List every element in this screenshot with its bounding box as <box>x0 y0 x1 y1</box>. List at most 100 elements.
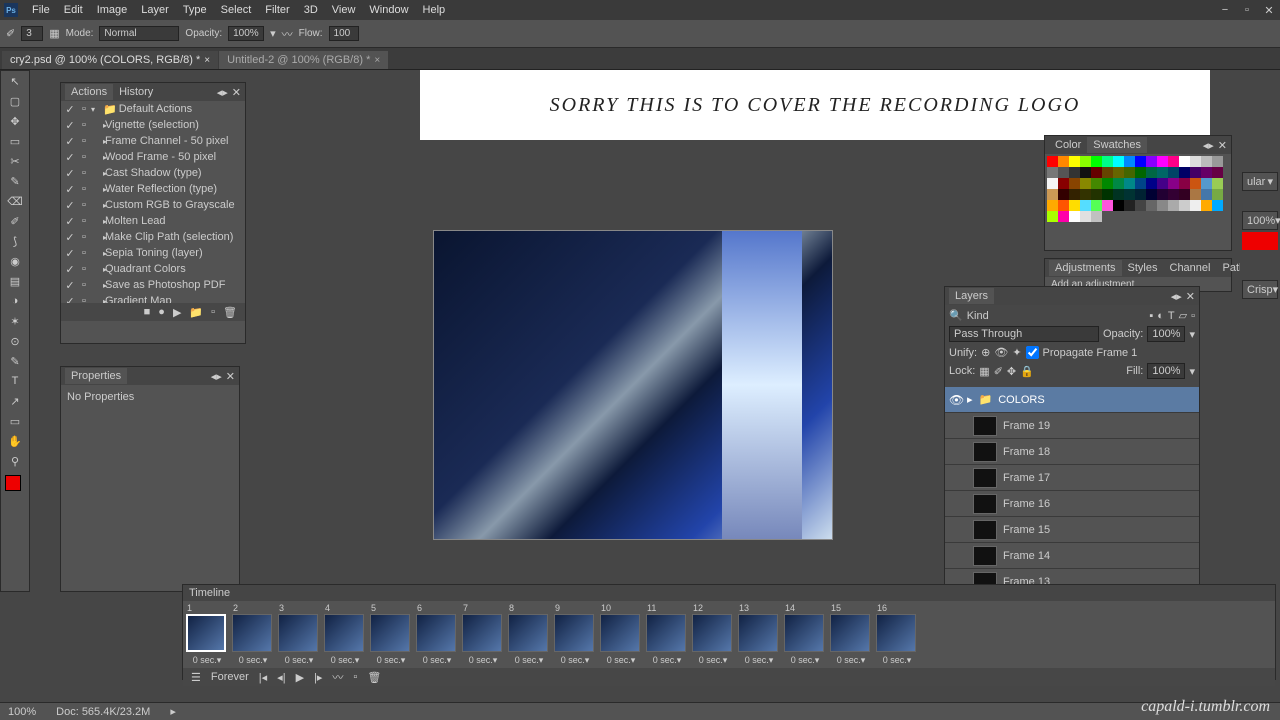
swatch[interactable] <box>1047 156 1058 167</box>
swatch[interactable] <box>1212 178 1223 189</box>
tab-history[interactable]: History <box>113 84 159 100</box>
hand-tool[interactable]: ✋ <box>1 431 29 451</box>
tab-layers[interactable]: Layers <box>949 288 994 304</box>
menu-3d[interactable]: 3D <box>298 2 324 18</box>
tab-properties[interactable]: Properties <box>65 368 127 384</box>
filter-adj-icon[interactable]: ◐ <box>1157 310 1164 322</box>
layer-row[interactable]: Frame 15 <box>945 517 1199 543</box>
menu-image[interactable]: Image <box>91 2 134 18</box>
swatch[interactable] <box>1124 189 1135 200</box>
ellipse-tool[interactable]: ⊙ <box>1 331 29 351</box>
play-icon[interactable]: ▶ <box>173 306 181 319</box>
swatch[interactable] <box>1080 211 1091 222</box>
swatch[interactable] <box>1135 167 1146 178</box>
menu-view[interactable]: View <box>326 2 362 18</box>
swatch[interactable] <box>1179 189 1190 200</box>
swatch[interactable] <box>1069 167 1080 178</box>
shape-tool[interactable]: ▭ <box>1 411 29 431</box>
tab-channels[interactable]: Channel <box>1164 260 1217 276</box>
zoom-level[interactable]: 100% <box>8 706 36 718</box>
timeline-frame[interactable]: 60 sec.▾ <box>415 603 459 666</box>
timeline-frame[interactable]: 50 sec.▾ <box>369 603 413 666</box>
timeline-frame[interactable]: 30 sec.▾ <box>277 603 321 666</box>
swatch[interactable] <box>1157 167 1168 178</box>
swatch[interactable] <box>1047 200 1058 211</box>
collapse-icon[interactable]: ◂▸ <box>211 370 222 383</box>
propagate-checkbox[interactable] <box>1026 346 1039 359</box>
swatch[interactable] <box>1135 156 1146 167</box>
swatch[interactable] <box>1069 178 1080 189</box>
swatch[interactable] <box>1201 189 1212 200</box>
tab-swatches[interactable]: Swatches <box>1087 137 1147 153</box>
swatch[interactable] <box>1135 178 1146 189</box>
swatch[interactable] <box>1124 200 1135 211</box>
menu-edit[interactable]: Edit <box>58 2 89 18</box>
record-icon[interactable]: ● <box>158 306 165 318</box>
move-tool[interactable]: ↖ <box>1 71 29 91</box>
swatch[interactable] <box>1069 189 1080 200</box>
swatch[interactable] <box>1058 178 1069 189</box>
swatch[interactable] <box>1113 189 1124 200</box>
swatch[interactable] <box>1157 189 1168 200</box>
layer-row[interactable]: Frame 19 <box>945 413 1199 439</box>
swatch[interactable] <box>1190 156 1201 167</box>
menu-file[interactable]: File <box>26 2 56 18</box>
swatch[interactable] <box>1091 156 1102 167</box>
convert-icon[interactable]: ☰ <box>191 671 201 684</box>
first-frame-icon[interactable]: |◂ <box>259 671 267 684</box>
swatch[interactable] <box>1080 200 1091 211</box>
swatch[interactable] <box>1058 189 1069 200</box>
menu-help[interactable]: Help <box>417 2 452 18</box>
tab-cry2[interactable]: cry2.psd @ 100% (COLORS, RGB/8) *× <box>2 51 218 69</box>
timeline-frame[interactable]: 90 sec.▾ <box>553 603 597 666</box>
swatch[interactable] <box>1135 200 1146 211</box>
swatch[interactable] <box>1190 178 1201 189</box>
collapse-icon[interactable]: ◂▸ <box>1171 290 1182 303</box>
swatch[interactable] <box>1201 167 1212 178</box>
collapse-icon[interactable]: ◂▸ <box>217 86 228 99</box>
opacity-flyout-icon[interactable]: ▾ <box>270 27 276 40</box>
mode-select[interactable]: Normal <box>99 26 179 41</box>
filter-shape-icon[interactable]: ▱ <box>1179 309 1187 322</box>
marquee-tool[interactable]: ▢ <box>1 91 29 111</box>
action-item[interactable]: ✓▫▸Custom RGB to Grayscale <box>61 197 245 213</box>
close-panel-icon[interactable]: ✕ <box>1186 290 1195 303</box>
swatch[interactable] <box>1113 178 1124 189</box>
type-preset[interactable]: ular▾ <box>1242 172 1278 191</box>
lock-all-icon[interactable]: 🔒 <box>1020 365 1034 378</box>
color-swatch[interactable] <box>1 471 29 511</box>
swatch[interactable] <box>1080 189 1091 200</box>
swatch[interactable] <box>1135 189 1146 200</box>
play-icon[interactable]: ▶ <box>296 671 304 684</box>
direct-select-tool[interactable]: ↗ <box>1 391 29 411</box>
blend-mode-select[interactable]: Pass Through <box>949 326 1099 342</box>
next-frame-icon[interactable]: |▸ <box>314 671 322 684</box>
swatch[interactable] <box>1212 156 1223 167</box>
swatch[interactable] <box>1190 189 1201 200</box>
swatch[interactable] <box>1113 156 1124 167</box>
swatch[interactable] <box>1069 156 1080 167</box>
timeline-frame[interactable]: 160 sec.▾ <box>875 603 919 666</box>
dodge-tool[interactable]: ◑ <box>1 291 29 311</box>
zoom-tool[interactable]: ⚲ <box>1 451 29 471</box>
swatch[interactable] <box>1190 167 1201 178</box>
action-item[interactable]: ✓▫▸Molten Lead <box>61 213 245 229</box>
eyedropper-tool[interactable]: ✂ <box>1 151 29 171</box>
swatch[interactable] <box>1146 200 1157 211</box>
swatch[interactable] <box>1124 156 1135 167</box>
menu-filter[interactable]: Filter <box>259 2 295 18</box>
type-aa[interactable]: Crisp▾ <box>1242 280 1278 299</box>
swatch[interactable] <box>1168 178 1179 189</box>
timeline-frame[interactable]: 70 sec.▾ <box>461 603 505 666</box>
swatch[interactable] <box>1157 178 1168 189</box>
action-item[interactable]: ✓▫▸Save as Photoshop PDF <box>61 277 245 293</box>
new-frame-icon[interactable]: ▫ <box>353 671 357 683</box>
layer-row[interactable]: Frame 14 <box>945 543 1199 569</box>
swatch[interactable] <box>1124 167 1135 178</box>
layer-row[interactable]: Frame 16 <box>945 491 1199 517</box>
foreground-color[interactable] <box>5 475 21 491</box>
action-item[interactable]: ✓▫▸Cast Shadow (type) <box>61 165 245 181</box>
new-set-icon[interactable]: 📁 <box>189 306 203 319</box>
swatch[interactable] <box>1190 200 1201 211</box>
tween-icon[interactable]: 〰 <box>332 669 343 685</box>
